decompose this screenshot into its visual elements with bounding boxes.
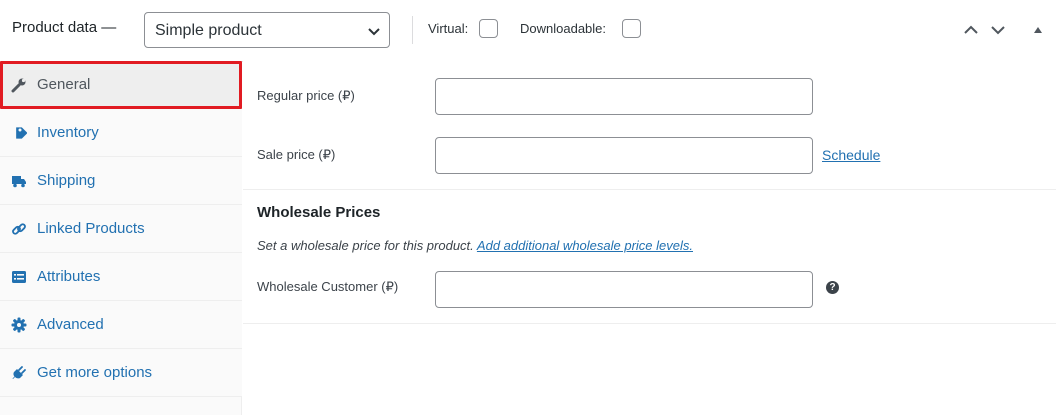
sale-price-label: Sale price (₽) <box>257 147 336 162</box>
downloadable-label: Downloadable: <box>520 21 607 36</box>
tag-icon <box>16 127 27 139</box>
gear-icon <box>11 317 27 333</box>
wrench-icon <box>11 78 26 93</box>
wholesale-customer-input[interactable] <box>435 271 813 308</box>
help-icon[interactable]: ? <box>826 281 839 294</box>
tab-linked-products[interactable]: Linked Products <box>0 205 242 253</box>
schedule-link[interactable]: Schedule <box>822 147 880 163</box>
wholesale-description: Set a wholesale price for this product. … <box>257 238 693 253</box>
tab-attributes[interactable]: Attributes <box>0 253 242 301</box>
section-divider-bottom <box>243 323 1056 324</box>
tab-advanced-label: Advanced <box>37 316 104 333</box>
tab-general-label: General <box>37 76 91 93</box>
regular-price-label: Regular price (₽) <box>257 88 355 103</box>
header-separator <box>412 16 413 44</box>
tab-inventory[interactable]: Inventory <box>0 109 242 157</box>
wholesale-customer-label: Wholesale Customer (₽) <box>257 279 399 294</box>
collapse-toggle-icon[interactable] <box>1033 26 1043 34</box>
tab-advanced[interactable]: Advanced <box>0 301 242 349</box>
tab-attributes-label: Attributes <box>37 268 101 285</box>
sale-price-input[interactable] <box>435 137 813 174</box>
tab-shipping-label: Shipping <box>37 172 96 189</box>
tab-general[interactable]: General <box>0 61 242 109</box>
section-divider <box>243 189 1056 190</box>
product-data-title: Product data — <box>12 19 117 36</box>
downloadable-checkbox[interactable] <box>622 19 641 38</box>
wholesale-prices-title: Wholesale Prices <box>257 204 381 221</box>
truck-icon <box>12 176 26 188</box>
wholesale-description-text: Set a wholesale price for this product. <box>257 238 474 253</box>
product-type-select[interactable]: Simple product <box>144 12 390 48</box>
tab-inventory-label: Inventory <box>37 124 99 141</box>
plugin-icon <box>12 366 26 379</box>
link-icon <box>12 223 26 235</box>
general-options-panel: Regular price (₽) Sale price (₽) Schedul… <box>243 61 1056 415</box>
tab-get-more-options[interactable]: Get more options <box>0 349 242 397</box>
regular-price-input[interactable] <box>435 78 813 115</box>
move-down-icon[interactable] <box>990 24 1006 36</box>
virtual-label: Virtual: <box>428 21 469 36</box>
product-data-header: Product data — Simple product Virtual: D… <box>0 0 1056 62</box>
add-wholesale-levels-link[interactable]: Add additional wholesale price levels. <box>477 238 693 253</box>
move-up-icon[interactable] <box>963 24 979 36</box>
product-type-value: Simple product <box>155 22 262 39</box>
tab-shipping[interactable]: Shipping <box>0 157 242 205</box>
list-icon <box>12 271 26 283</box>
tab-linked-products-label: Linked Products <box>37 220 145 237</box>
tab-get-more-options-label: Get more options <box>37 364 153 381</box>
virtual-checkbox[interactable] <box>479 19 498 38</box>
product-data-tabs: General Inventory Shipping Linked Produc… <box>0 61 242 415</box>
chevron-down-icon <box>368 28 380 36</box>
product-data-panel: Product data — Simple product Virtual: D… <box>0 0 1056 415</box>
